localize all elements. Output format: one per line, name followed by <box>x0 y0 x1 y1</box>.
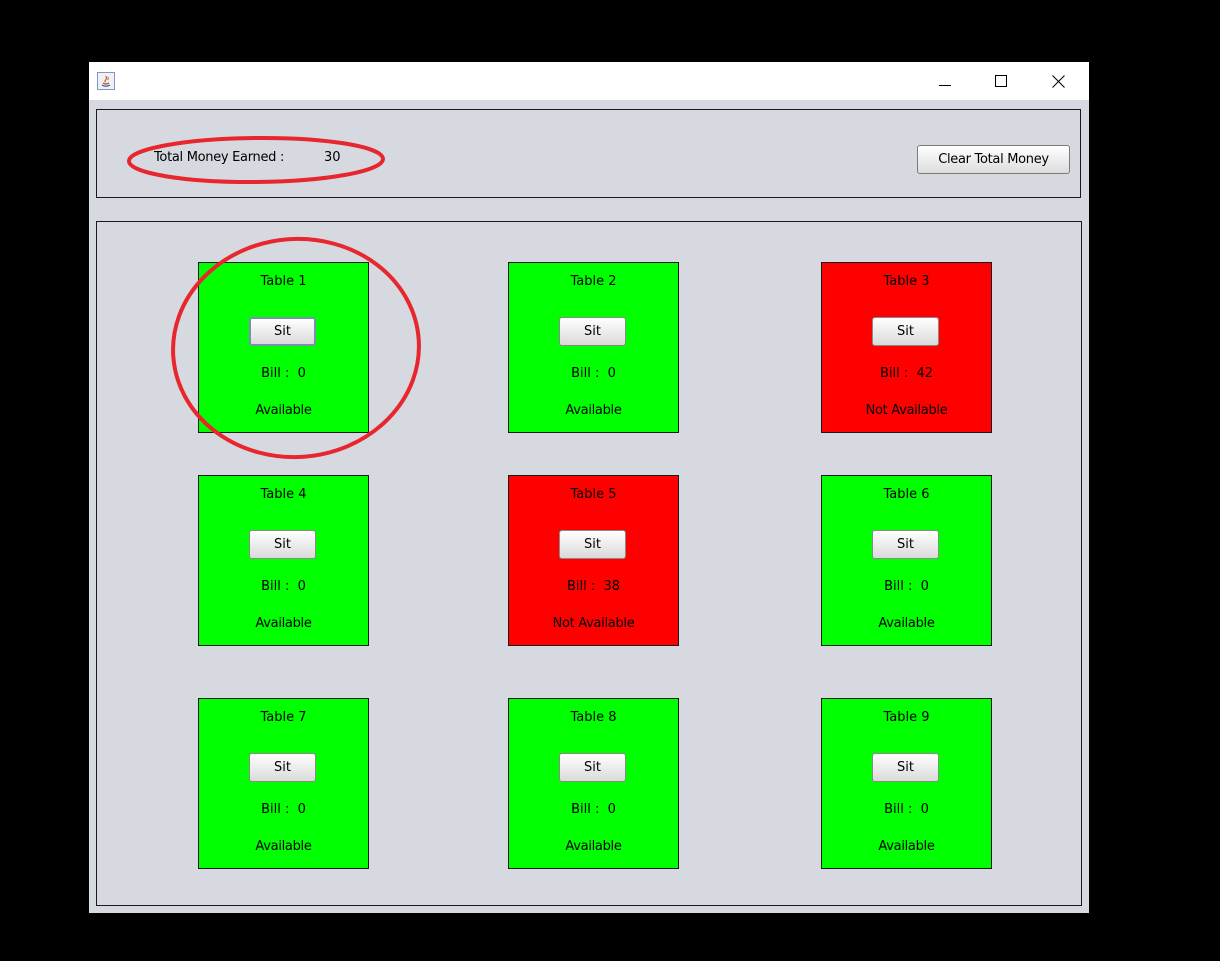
table-card-9: Table 9 Sit Bill : 0 Available <box>821 698 992 869</box>
table-card-4: Table 4 Sit Bill : 0 Available <box>198 475 369 646</box>
tables-panel: Table 1 Sit Bill : 0 Available Table 2 S… <box>96 221 1082 906</box>
table-title: Table 4 <box>260 487 307 502</box>
table-card-5: Table 5 Sit Bill : 38 Not Available <box>508 475 679 646</box>
table-title: Table 1 <box>260 274 307 289</box>
table-status: Available <box>255 839 312 854</box>
table-status: Available <box>878 839 935 854</box>
table-status: Available <box>565 839 622 854</box>
table-status: Available <box>255 403 312 418</box>
close-button[interactable] <box>1035 62 1081 100</box>
sit-button[interactable]: Sit <box>559 753 626 782</box>
table-title: Table 8 <box>570 710 617 725</box>
sit-button[interactable]: Sit <box>249 530 316 559</box>
table-bill: Bill : 42 <box>879 366 934 381</box>
table-card-7: Table 7 Sit Bill : 0 Available <box>198 698 369 869</box>
maximize-icon <box>995 75 1007 87</box>
app-window: Total Money Earned : 30 Clear Total Mone… <box>89 62 1089 913</box>
table-status: Available <box>878 616 935 631</box>
table-status: Available <box>255 616 312 631</box>
total-money-label: Total Money Earned : <box>154 150 285 165</box>
sit-button[interactable]: Sit <box>872 317 939 346</box>
table-bill: Bill : 0 <box>261 802 306 817</box>
sit-button[interactable]: Sit <box>559 317 626 346</box>
table-card-8: Table 8 Sit Bill : 0 Available <box>508 698 679 869</box>
clear-total-money-button[interactable]: Clear Total Money <box>917 145 1070 174</box>
table-title: Table 9 <box>883 710 930 725</box>
sit-button[interactable]: Sit <box>249 753 316 782</box>
table-status: Not Available <box>865 403 948 418</box>
table-title: Table 5 <box>570 487 617 502</box>
money-panel: Total Money Earned : 30 Clear Total Mone… <box>96 109 1081 198</box>
total-money-value: 30 <box>324 150 341 165</box>
table-title: Table 2 <box>570 274 617 289</box>
table-status: Available <box>565 403 622 418</box>
table-card-3: Table 3 Sit Bill : 42 Not Available <box>821 262 992 433</box>
table-bill: Bill : 0 <box>571 366 616 381</box>
table-card-2: Table 2 Sit Bill : 0 Available <box>508 262 679 433</box>
sit-button[interactable]: Sit <box>559 530 626 559</box>
java-app-icon <box>97 72 115 90</box>
table-bill: Bill : 0 <box>884 802 929 817</box>
minimize-button[interactable] <box>922 62 968 100</box>
minimize-icon <box>939 85 951 86</box>
table-bill: Bill : 0 <box>884 579 929 594</box>
table-card-1: Table 1 Sit Bill : 0 Available <box>198 262 369 433</box>
table-title: Table 6 <box>883 487 930 502</box>
maximize-button[interactable] <box>978 62 1024 100</box>
table-title: Table 3 <box>883 274 930 289</box>
table-card-6: Table 6 Sit Bill : 0 Available <box>821 475 992 646</box>
table-status: Not Available <box>552 616 635 631</box>
sit-button[interactable]: Sit <box>249 317 316 346</box>
table-bill: Bill : 38 <box>566 579 621 594</box>
table-title: Table 7 <box>260 710 307 725</box>
title-bar <box>89 62 1089 100</box>
table-bill: Bill : 0 <box>261 366 306 381</box>
table-bill: Bill : 0 <box>571 802 616 817</box>
close-icon <box>1051 74 1065 88</box>
sit-button[interactable]: Sit <box>872 753 939 782</box>
table-bill: Bill : 0 <box>261 579 306 594</box>
sit-button[interactable]: Sit <box>872 530 939 559</box>
